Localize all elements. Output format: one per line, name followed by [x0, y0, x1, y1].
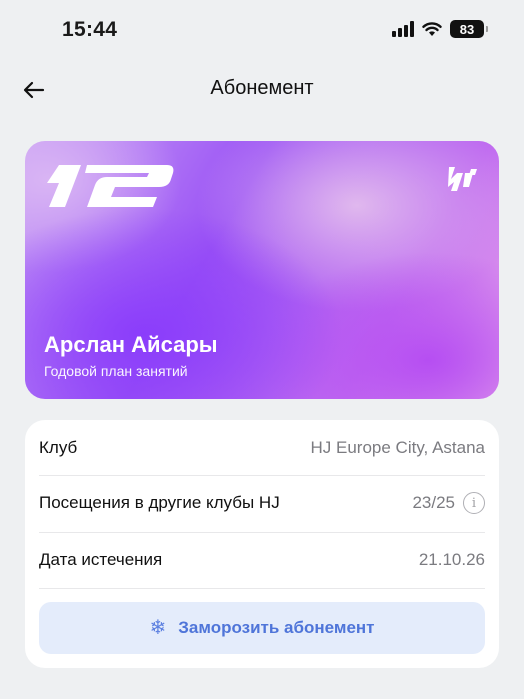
- detail-label: Дата истечения: [39, 550, 163, 569]
- wifi-icon: [422, 21, 442, 36]
- detail-value: HJ Europe City, Astana: [311, 438, 486, 458]
- status-icons: 83: [392, 20, 488, 38]
- club-12-logo: [47, 165, 174, 207]
- card-owner-name: Арслан Айсары: [44, 332, 218, 357]
- detail-row-club: Клуб HJ Europe City, Astana: [39, 420, 485, 476]
- detail-value: 23/25 i: [412, 492, 485, 514]
- freeze-button-label: Заморозить абонемент: [178, 618, 375, 637]
- detail-label: Посещения в другие клубы HJ: [39, 493, 280, 512]
- hj-brand-icon: [448, 167, 477, 191]
- visits-value: 23/25: [412, 493, 455, 512]
- membership-details: Клуб HJ Europe City, Astana Посещения в …: [25, 420, 499, 668]
- snowflake-icon: ❄: [149, 617, 167, 639]
- nav-bar: Абонемент: [0, 62, 524, 118]
- detail-value: 21.10.26: [419, 550, 485, 570]
- detail-label: Клуб: [39, 438, 78, 457]
- info-icon[interactable]: i: [463, 492, 485, 514]
- divider: [39, 588, 485, 589]
- membership-card: Арслан Айсары Годовой план занятий: [25, 141, 499, 399]
- status-time: 15:44: [62, 18, 118, 41]
- battery-icon: 83: [450, 20, 488, 38]
- detail-row-expiry: Дата истечения 21.10.26: [39, 532, 485, 588]
- freeze-membership-button[interactable]: ❄ Заморозить абонемент: [39, 602, 485, 654]
- page-title: Абонемент: [210, 77, 314, 99]
- status-bar: 15:44 83: [0, 0, 524, 62]
- signal-icon: [392, 21, 414, 37]
- club-value: HJ Europe City, Astana: [310, 438, 486, 457]
- expiry-value: 21.10.26: [418, 550, 485, 569]
- card-plan-name: Годовой план занятий: [44, 363, 188, 379]
- detail-row-visits: Посещения в другие клубы HJ 23/25 i: [39, 475, 485, 531]
- battery-level: 83: [459, 21, 475, 37]
